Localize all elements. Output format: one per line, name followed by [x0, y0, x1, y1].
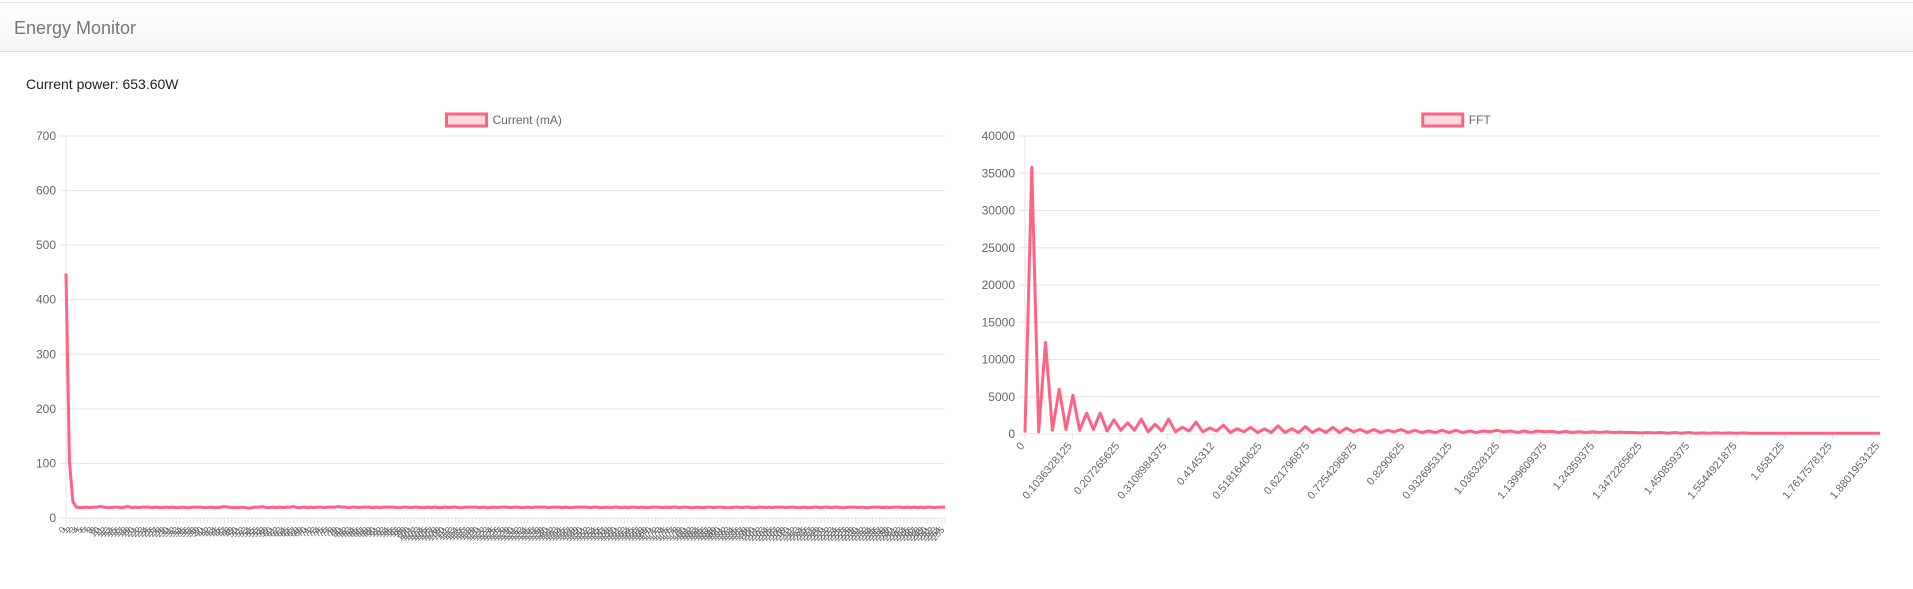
legend-swatch	[445, 112, 488, 128]
x-tick-label: 0.5181640625	[1210, 440, 1264, 502]
series-line	[64, 273, 945, 510]
x-tick-label: 1.3472265625	[1590, 440, 1644, 502]
y-tick-label: 500	[36, 238, 56, 252]
y-tick-label: 0	[49, 511, 56, 525]
x-tick-label: 1.036328125	[1452, 440, 1502, 497]
current-chart: 0100200300400500600700012345678910111213…	[36, 112, 947, 543]
y-tick-label: 5000	[988, 390, 1015, 404]
x-tick-label: 0.9326953125	[1400, 440, 1454, 502]
y-tick-label: 700	[36, 129, 56, 143]
current-power-value: 653.60W	[122, 76, 179, 92]
legend-label: FFT	[1469, 113, 1492, 127]
x-tick-label: 0.8290625	[1365, 440, 1408, 488]
app-title[interactable]: Energy Monitor	[14, 18, 136, 39]
x-tick-label: 0.7254296875	[1305, 440, 1359, 502]
y-tick-label: 10000	[982, 353, 1016, 367]
x-tick-label: 1.5544921875	[1685, 440, 1739, 502]
y-tick-label: 600	[36, 184, 56, 198]
y-tick-label: 0	[1008, 427, 1015, 441]
y-tick-label: 20000	[982, 278, 1016, 292]
x-tick-label: 0.4145312	[1175, 440, 1218, 488]
x-tick-label: 1.658125	[1749, 440, 1788, 483]
x-tick-label: 0	[1014, 440, 1027, 452]
navbar: Energy Monitor	[0, 2, 1913, 52]
legend-swatch	[1421, 112, 1465, 128]
y-tick-label: 200	[36, 402, 56, 416]
x-tick-label: 1.1399609375	[1495, 440, 1549, 502]
y-tick-label: 15000	[982, 315, 1016, 329]
y-tick-label: 400	[36, 293, 56, 307]
x-tick-label: 0.1036328125	[1020, 440, 1074, 502]
series-line	[1023, 165, 1880, 435]
x-tick-label: 1.8801953125	[1828, 440, 1882, 502]
x-tick-label: 0.207265625	[1072, 440, 1122, 497]
x-tick-label: 1.24359375	[1551, 440, 1598, 492]
legend-label: Current (mA)	[493, 113, 562, 127]
x-tick-label: 1.450859375	[1642, 440, 1692, 497]
current-power-readout: Current power: 653.60W	[26, 76, 179, 92]
y-tick-label: 100	[36, 456, 56, 470]
y-tick-label: 300	[36, 347, 56, 361]
x-tick-label: 0.3108984375	[1115, 440, 1169, 502]
y-tick-label: 40000	[982, 129, 1016, 143]
y-tick-label: 30000	[982, 204, 1016, 218]
x-tick-label: 1.7617578125	[1780, 440, 1834, 502]
y-tick-label: 35000	[982, 166, 1016, 180]
x-tick-label: 0.621796875	[1262, 440, 1312, 497]
fft-chart: 0 5000 10000 15000 20000 25000 30000 35000 40000…	[982, 112, 1882, 502]
y-tick-label: 25000	[982, 241, 1016, 255]
current-power-label: Current power:	[26, 76, 119, 92]
